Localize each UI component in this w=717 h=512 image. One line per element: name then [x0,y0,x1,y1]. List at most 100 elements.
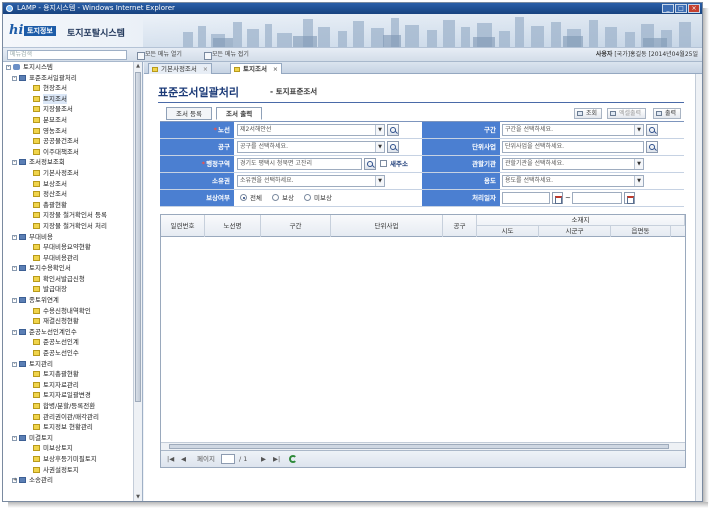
col-sido[interactable]: 시도 [477,226,539,237]
sidebar-leaf-item[interactable]: 확인서발급신청 [3,274,133,285]
refresh-icon[interactable] [289,455,297,463]
sidebar-leaf-item[interactable]: 지장물 철거확인서 등록 [3,210,133,221]
ownership-select[interactable]: 소유권을 선택하세요. ▼ [237,175,385,187]
route-search-button[interactable] [387,124,399,136]
logo[interactable]: hi 토지정보 [9,23,63,39]
sidebar-leaf-item[interactable]: 준공노선인계 [3,337,133,348]
subtab-print[interactable]: 조서 출력 [216,107,263,120]
sidebar-leaf-item[interactable]: 총괄현황 [3,200,133,211]
expand-icon[interactable]: + [12,478,17,484]
sidebar-leaf-item[interactable]: 관리권이관/매각관리 [3,412,133,423]
last-page-button[interactable]: ▶| [273,454,280,465]
sidebar-group-item[interactable]: - 종토위연계 [3,295,133,306]
scroll-thumb[interactable] [135,72,141,402]
agency-select[interactable]: 관할기관을 선택하세요. ▼ [502,158,644,170]
col-eup[interactable]: 읍면동 [611,226,671,237]
sidebar-leaf-item[interactable]: 재결신청현황 [3,316,133,327]
sidebar-leaf-item[interactable]: 분묘조서 [3,115,133,126]
collapse-icon[interactable]: - [12,234,17,240]
route-select[interactable]: 제2서해안선 ▼ [237,124,385,136]
sidebar-leaf-item[interactable]: 정산조서 [3,189,133,200]
date-to-input[interactable] [572,192,622,204]
col-sigungu[interactable]: 시군구 [539,226,611,237]
new-address-checkbox[interactable] [380,160,387,167]
sidebar-leaf-item[interactable]: 지장물조서 [3,104,133,115]
sidebar-leaf-item[interactable]: 공공물건조서 [3,136,133,147]
sidebar-leaf-item[interactable]: 보상조서 [3,179,133,190]
collapse-all-menu-button[interactable]: 모든 메뉴 접기 [203,50,249,60]
collapse-icon[interactable]: - [6,65,11,70]
sidebar-leaf-item[interactable]: 현장조서 [3,83,133,94]
scroll-up-icon[interactable]: ▲ [135,63,141,70]
sidebar-leaf-item[interactable]: 기본사정조서 [3,168,133,179]
tab-land-survey[interactable]: 토지조서 × [230,63,282,74]
chevron-down-icon[interactable]: ▼ [634,159,643,169]
collapse-icon[interactable]: - [12,160,17,166]
work-select[interactable]: 공구를 선택하세요. ▼ [237,141,385,153]
maximize-button[interactable]: □ [675,4,687,13]
sidebar-group-item[interactable]: - 표준조서일괄처리 [3,73,133,84]
col-section[interactable]: 구간 [261,215,331,237]
section-search-button[interactable] [646,124,658,136]
close-window-button[interactable]: × [688,4,700,13]
sidebar-root-item[interactable]: - 토지시스템 [3,62,133,73]
calendar-icon[interactable] [552,192,563,204]
admin-area-input[interactable]: 경기도 평택시 청북면 고잔리 [237,158,362,170]
use-select[interactable]: 용도를 선택하세요. ▼ [502,175,644,187]
sidebar-leaf-item[interactable]: 수용신청내역확인 [3,306,133,317]
grid-horizontal-scrollbar[interactable] [161,442,685,450]
sidebar-leaf-item[interactable]: 토지총괄현황 [3,369,133,380]
sidebar-leaf-item[interactable]: 토지자료일괄변경 [3,390,133,401]
collapse-icon[interactable]: - [12,298,17,304]
calendar-icon[interactable] [624,192,635,204]
sidebar-leaf-item[interactable]: 보상후등기미필토지 [3,454,133,465]
chevron-down-icon[interactable]: ▼ [634,176,643,186]
unit-search-button[interactable] [646,141,658,153]
chevron-down-icon[interactable]: ▼ [375,176,384,186]
radio-compensated[interactable] [272,194,279,201]
expand-all-menu-button[interactable]: 모든 메뉴 열기 [136,50,182,60]
collapse-icon[interactable]: - [12,266,17,272]
sidebar-group-item[interactable]: + 소송관리 [3,475,133,486]
sidebar-scrollbar[interactable]: ▲ ▼ [133,62,142,501]
admin-area-search-button[interactable] [364,158,376,170]
collapse-icon[interactable]: - [12,329,17,335]
chevron-down-icon[interactable]: ▼ [375,142,384,152]
col-serial[interactable]: 일련번호 [161,215,205,237]
first-page-button[interactable]: |◀ [167,454,174,465]
sidebar-leaf-item[interactable]: 이주대책조서 [3,147,133,158]
sidebar-group-item[interactable]: - 미결토지 [3,433,133,444]
chevron-down-icon[interactable]: ▼ [375,125,384,135]
sidebar-group-item[interactable]: - 부대비용 [3,232,133,243]
radio-uncompensated[interactable] [304,194,311,201]
sidebar-leaf-item[interactable]: 준공노선인수 [3,348,133,359]
sidebar-leaf-item[interactable]: 부대비용요약현황 [3,242,133,253]
sidebar-leaf-item[interactable]: 토지조서 [3,93,133,105]
excel-export-button[interactable]: 엑셀출력 [607,108,647,119]
radio-all[interactable] [240,194,247,201]
sidebar-leaf-item[interactable]: 발급대장 [3,284,133,295]
page-number-input[interactable] [221,454,235,464]
sidebar-group-item[interactable]: - 토지수용확인서 [3,263,133,274]
sidebar-leaf-item[interactable]: 토지정보 현황관리 [3,422,133,433]
collapse-icon[interactable]: - [12,361,17,367]
section-select[interactable]: 구간을 선택하세요. ▼ [502,124,644,136]
sidebar-leaf-item[interactable]: 영농조서 [3,126,133,137]
chevron-down-icon[interactable]: ▼ [634,125,643,135]
minimize-button[interactable]: _ [662,4,674,13]
print-button[interactable]: 출력 [653,108,682,119]
tab-basic-survey[interactable]: 기본사정조서 × [148,63,212,74]
next-page-button[interactable]: ▶ [261,454,266,465]
subtab-register[interactable]: 조서 등록 [166,107,212,120]
menu-search-input[interactable]: 메뉴검색 [7,50,127,60]
sidebar-leaf-item[interactable]: 토지자료관리 [3,380,133,391]
sidebar-leaf-item[interactable]: 합병/분할/등록전환 [3,401,133,412]
col-unit[interactable]: 단위사업 [331,215,443,237]
query-button[interactable]: 조회 [574,108,603,119]
sidebar-group-item[interactable]: - 준공노선인계인수 [3,327,133,338]
col-route[interactable]: 노선명 [205,215,261,237]
scroll-down-icon[interactable]: ▼ [135,494,141,501]
sidebar-leaf-item[interactable]: 사권설정토지 [3,465,133,476]
scroll-thumb[interactable] [169,444,669,449]
close-icon[interactable]: × [203,64,208,75]
